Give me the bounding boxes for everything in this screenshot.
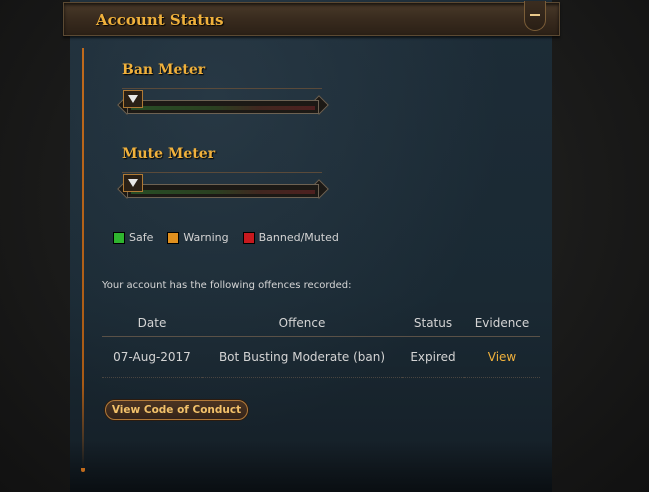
mute-meter-marker-icon — [123, 174, 143, 192]
ban-meter-divider — [122, 88, 322, 89]
column-header-evidence: Evidence — [474, 316, 530, 330]
banned-swatch-icon — [242, 231, 255, 244]
ban-meter-title: Ban Meter — [122, 62, 206, 78]
warning-swatch-icon — [167, 231, 180, 244]
safe-swatch-icon — [113, 231, 125, 244]
minus-icon — [530, 13, 540, 16]
ban-meter-marker-icon — [123, 90, 143, 108]
offence-name: Bot Busting Moderate (ban) — [218, 350, 386, 364]
legend-label: Banned/Muted — [258, 231, 339, 244]
collapse-button[interactable] — [524, 1, 546, 31]
view-code-of-conduct-button[interactable]: View Code of Conduct — [105, 400, 248, 420]
offences-intro-text: Your account has the following offences … — [102, 280, 352, 291]
legend-item-warning: Warning — [167, 231, 229, 244]
ban-meter — [117, 90, 329, 118]
legend-item-safe: Safe — [113, 231, 153, 244]
column-header-date: Date — [137, 316, 167, 330]
account-status-header: Account Status — [63, 1, 560, 36]
evidence-view-link[interactable]: View — [488, 350, 516, 364]
table-row: 07-Aug-2017 Bot Busting Moderate (ban) E… — [102, 337, 540, 378]
meter-gradient-bar — [131, 106, 315, 110]
legend-item-banned-muted: Banned/Muted — [242, 231, 339, 244]
column-header-offence: Offence — [278, 316, 326, 330]
table-header-row: Date Offence Status Evidence — [102, 310, 540, 337]
offence-date: 07-Aug-2017 — [113, 350, 191, 364]
legend-label: Warning — [183, 231, 229, 244]
legend-label: Safe — [129, 231, 154, 244]
panel-title: Account Status — [96, 11, 224, 29]
side-decoration-line — [81, 48, 85, 472]
meter-legend: Safe Warning Banned/Muted — [113, 231, 339, 244]
mute-meter — [117, 174, 329, 202]
panel-bottom-shadow — [70, 440, 552, 492]
column-header-status: Status — [413, 316, 453, 330]
offence-status: Expired — [410, 350, 456, 364]
mute-meter-divider — [122, 172, 322, 173]
meter-gradient-bar — [131, 190, 315, 194]
offences-table: Date Offence Status Evidence 07-Aug-2017… — [102, 310, 540, 378]
mute-meter-title: Mute Meter — [122, 146, 216, 162]
